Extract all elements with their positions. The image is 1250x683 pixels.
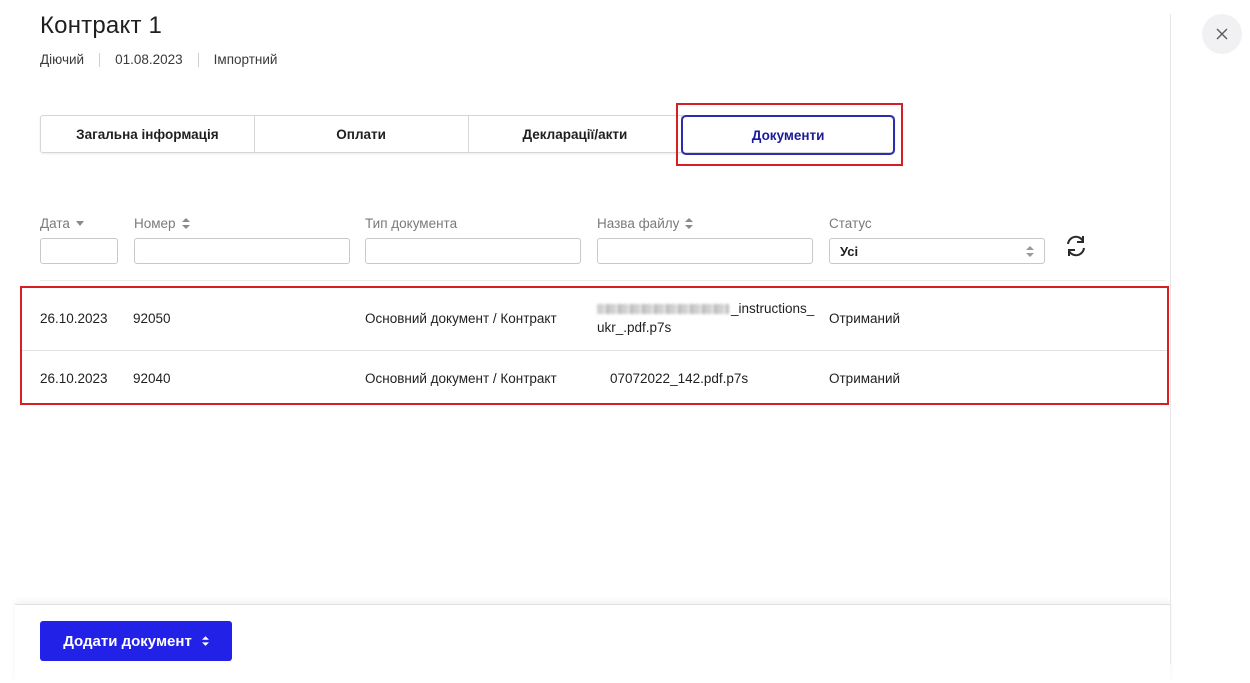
- footer-bar: Додати документ: [15, 604, 1170, 683]
- dropdown-arrows-icon: [201, 636, 209, 646]
- file-name-part-1: _instructions_: [731, 301, 815, 316]
- page-title: Контракт 1: [40, 12, 163, 39]
- row-status: Отриманий: [829, 310, 901, 326]
- meta-divider: [99, 52, 101, 67]
- row-number: 92040: [133, 370, 171, 386]
- row-date: 26.10.2023: [40, 370, 108, 386]
- contract-panel: Контракт 1 Діючий 01.08.2023 Імпортний З…: [0, 0, 1172, 683]
- status-column-label: Статус: [829, 216, 872, 231]
- date-column-header[interactable]: Дата: [40, 216, 84, 231]
- file-name-column-header[interactable]: Назва файлу: [597, 216, 694, 231]
- tab-declarations[interactable]: Декларації/акти: [469, 116, 683, 152]
- table-row[interactable]: 26.10.2023 92040 Основний документ / Кон…: [22, 348, 1167, 408]
- status-column-header: Статус: [829, 216, 872, 231]
- doc-type-column-label: Тип документа: [365, 216, 458, 231]
- tab-bar: Загальна інформація Оплати Декларації/ак…: [40, 115, 895, 155]
- tab-documents[interactable]: Документи: [681, 115, 895, 155]
- close-icon: [1216, 28, 1228, 40]
- row-status: Отриманий: [829, 370, 901, 386]
- table-top-divider: [40, 280, 1165, 281]
- date-filter-input[interactable]: [40, 238, 118, 264]
- file-name-filter-input[interactable]: [597, 238, 813, 264]
- sort-desc-icon: [75, 220, 84, 226]
- add-document-button[interactable]: Додати документ: [40, 621, 232, 661]
- contract-date: 01.08.2023: [115, 52, 183, 67]
- row-file-name[interactable]: _instructions_ ukr_.pdf.p7s: [597, 288, 814, 348]
- doc-type-column-header: Тип документа: [365, 216, 457, 231]
- panel-divider: [1170, 14, 1171, 664]
- contract-type: Імпортний: [213, 52, 278, 67]
- row-number: 92050: [133, 310, 171, 326]
- tab-payments[interactable]: Оплати: [255, 116, 469, 152]
- add-document-label: Додати документ: [63, 632, 192, 650]
- redacted-text: [597, 304, 729, 315]
- row-doc-type: Основний документ / Контракт: [365, 310, 557, 326]
- number-filter-input[interactable]: [134, 238, 350, 264]
- number-column-header[interactable]: Номер: [134, 216, 190, 231]
- sort-icon: [685, 218, 694, 229]
- number-column-label: Номер: [134, 216, 176, 231]
- table-row[interactable]: 26.10.2023 92050 Основний документ / Кон…: [22, 288, 1167, 348]
- meta-divider: [197, 52, 199, 67]
- row-doc-type: Основний документ / Контракт: [365, 370, 557, 386]
- file-name-part-2: ukr_.pdf.p7s: [597, 320, 672, 335]
- status-filter-value: Усі: [840, 243, 859, 259]
- sort-icon: [181, 218, 190, 229]
- doc-type-filter-input[interactable]: [365, 238, 581, 264]
- file-name-column-label: Назва файлу: [597, 216, 680, 231]
- status-filter-select[interactable]: Усі: [829, 238, 1045, 264]
- row-date: 26.10.2023: [40, 310, 108, 326]
- select-arrows-icon: [1026, 245, 1034, 257]
- close-button[interactable]: [1202, 14, 1242, 54]
- tab-general-info[interactable]: Загальна інформація: [41, 116, 255, 152]
- date-column-label: Дата: [40, 216, 70, 231]
- row-file-name[interactable]: 07072022_142.pdf.p7s: [610, 348, 748, 408]
- contract-status: Діючий: [40, 52, 85, 67]
- refresh-icon[interactable]: [1063, 233, 1089, 259]
- contract-meta: Діючий 01.08.2023 Імпортний: [40, 52, 277, 67]
